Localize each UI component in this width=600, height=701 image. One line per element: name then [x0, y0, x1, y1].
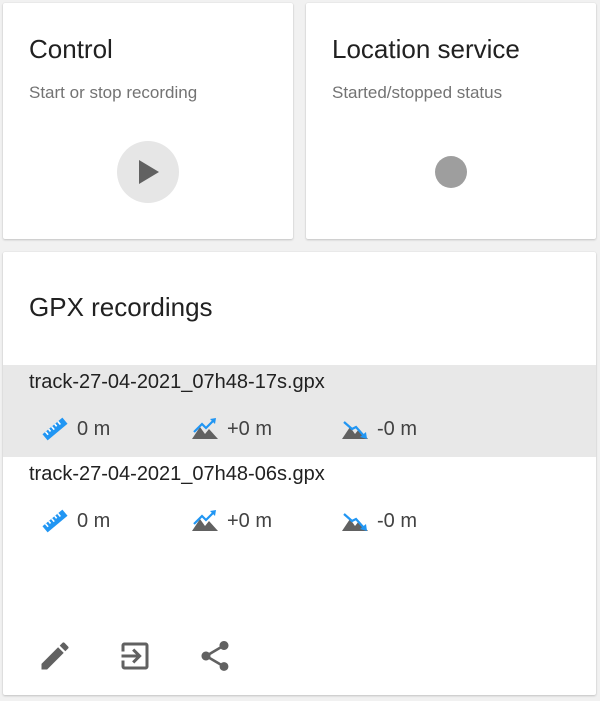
gpx-recordings-card: GPX recordings track-27-04-2021_07h48-17…	[3, 252, 596, 695]
share-icon	[201, 641, 229, 671]
ruler-icon	[42, 509, 68, 533]
location-service-card: Location service Started/stopped status	[306, 3, 596, 239]
export-icon	[121, 642, 149, 670]
track-name: track-27-04-2021_07h48-17s.gpx	[29, 371, 325, 393]
edit-icon	[41, 642, 69, 670]
elevation-loss-icon	[342, 513, 368, 531]
elevation-loss-value: -0 m	[377, 509, 417, 532]
elevation-gain-icon	[192, 510, 218, 531]
gpx-actions-bar	[3, 632, 596, 682]
control-card: Control Start or stop recording	[3, 3, 293, 239]
distance-value: 0 m	[77, 417, 111, 440]
track-list-item[interactable]: track-27-04-2021_07h48-17s.gpx 0 m +0 m …	[3, 365, 596, 457]
track-elevation-gain: +0 m	[191, 507, 272, 535]
location-subtitle: Started/stopped status	[332, 83, 503, 102]
share-button[interactable]	[195, 636, 235, 676]
play-icon	[139, 160, 159, 184]
control-title: Control	[29, 34, 113, 64]
export-button[interactable]	[115, 636, 155, 676]
track-distance: 0 m	[41, 507, 110, 535]
ruler-icon	[42, 417, 68, 441]
edit-button[interactable]	[35, 636, 75, 676]
elevation-loss-value: -0 m	[377, 417, 417, 440]
elevation-gain-value: +0 m	[227, 509, 273, 532]
elevation-loss-icon	[342, 421, 368, 439]
track-list-item[interactable]: track-27-04-2021_07h48-06s.gpx 0 m +0 m …	[3, 457, 596, 549]
track-distance: 0 m	[41, 415, 110, 443]
track-elevation-gain: +0 m	[191, 415, 272, 443]
track-name: track-27-04-2021_07h48-06s.gpx	[29, 463, 325, 485]
elevation-gain-value: +0 m	[227, 417, 273, 440]
distance-value: 0 m	[77, 509, 111, 532]
gpx-title: GPX recordings	[29, 292, 213, 322]
status-dot-icon	[435, 156, 467, 188]
track-elevation-loss: -0 m	[341, 415, 417, 443]
control-subtitle: Start or stop recording	[29, 83, 198, 102]
track-elevation-loss: -0 m	[341, 507, 417, 535]
start-stop-button[interactable]	[117, 141, 179, 203]
elevation-gain-icon	[192, 418, 218, 439]
location-title: Location service	[332, 34, 520, 64]
